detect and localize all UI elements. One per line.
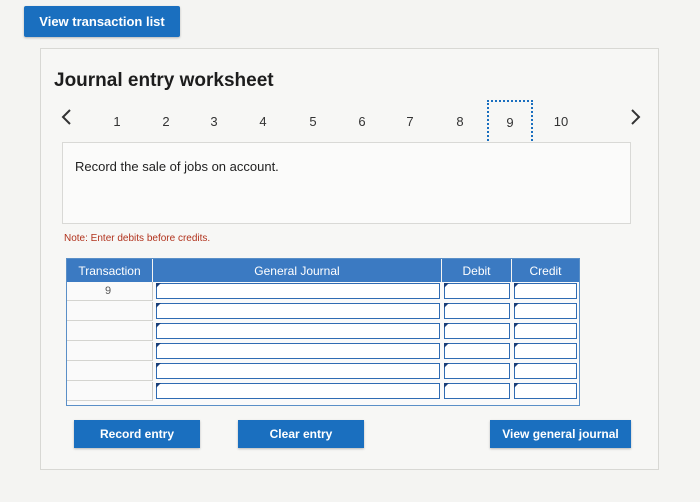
transaction-cell: 9 <box>67 282 153 301</box>
page-10[interactable]: 10 <box>551 114 571 129</box>
debit-input[interactable] <box>444 383 510 399</box>
view-transaction-list-button[interactable]: View transaction list <box>24 6 180 37</box>
chevron-right-icon[interactable] <box>630 108 642 126</box>
debit-input[interactable] <box>444 363 510 379</box>
prompt-box: Record the sale of jobs on account. <box>62 142 631 224</box>
header-transaction: Transaction <box>67 259 153 282</box>
page-4[interactable]: 4 <box>253 114 273 129</box>
table-row <box>67 382 579 401</box>
transaction-cell <box>67 302 153 321</box>
credit-input[interactable] <box>514 323 577 339</box>
page-2[interactable]: 2 <box>156 114 176 129</box>
page-6[interactable]: 6 <box>352 114 372 129</box>
header-general-journal: General Journal <box>153 259 442 282</box>
view-general-journal-button[interactable]: View general journal <box>490 420 631 448</box>
table-row: 9 <box>67 282 579 301</box>
record-entry-button[interactable]: Record entry <box>74 420 200 448</box>
account-input[interactable] <box>156 303 440 319</box>
journal-table: Transaction General Journal Debit Credit… <box>66 258 580 406</box>
header-debit: Debit <box>442 259 512 282</box>
account-input[interactable] <box>156 283 440 299</box>
table-row <box>67 322 579 341</box>
account-input[interactable] <box>156 363 440 379</box>
credit-input[interactable] <box>514 363 577 379</box>
prompt-text: Record the sale of jobs on account. <box>75 159 279 174</box>
credit-input[interactable] <box>514 303 577 319</box>
chevron-left-icon[interactable] <box>60 108 72 126</box>
account-input[interactable] <box>156 323 440 339</box>
note-text: Note: Enter debits before credits. <box>64 233 211 244</box>
page-5[interactable]: 5 <box>303 114 323 129</box>
table-row <box>67 342 579 361</box>
transaction-cell <box>67 322 153 341</box>
account-input[interactable] <box>156 343 440 359</box>
table-row <box>67 362 579 381</box>
credit-input[interactable] <box>514 283 577 299</box>
header-credit: Credit <box>512 259 579 282</box>
table-row <box>67 302 579 321</box>
debit-input[interactable] <box>444 283 510 299</box>
page-9-current[interactable]: 9 <box>487 100 533 144</box>
transaction-cell <box>67 342 153 361</box>
credit-input[interactable] <box>514 343 577 359</box>
page-1[interactable]: 1 <box>107 114 127 129</box>
credit-input[interactable] <box>514 383 577 399</box>
transaction-cell <box>67 382 153 401</box>
debit-input[interactable] <box>444 323 510 339</box>
debit-input[interactable] <box>444 303 510 319</box>
account-input[interactable] <box>156 383 440 399</box>
page-3[interactable]: 3 <box>204 114 224 129</box>
clear-entry-button[interactable]: Clear entry <box>238 420 364 448</box>
page-7[interactable]: 7 <box>400 114 420 129</box>
debit-input[interactable] <box>444 343 510 359</box>
page-title: Journal entry worksheet <box>54 70 274 91</box>
page-8[interactable]: 8 <box>450 114 470 129</box>
transaction-cell <box>67 362 153 381</box>
